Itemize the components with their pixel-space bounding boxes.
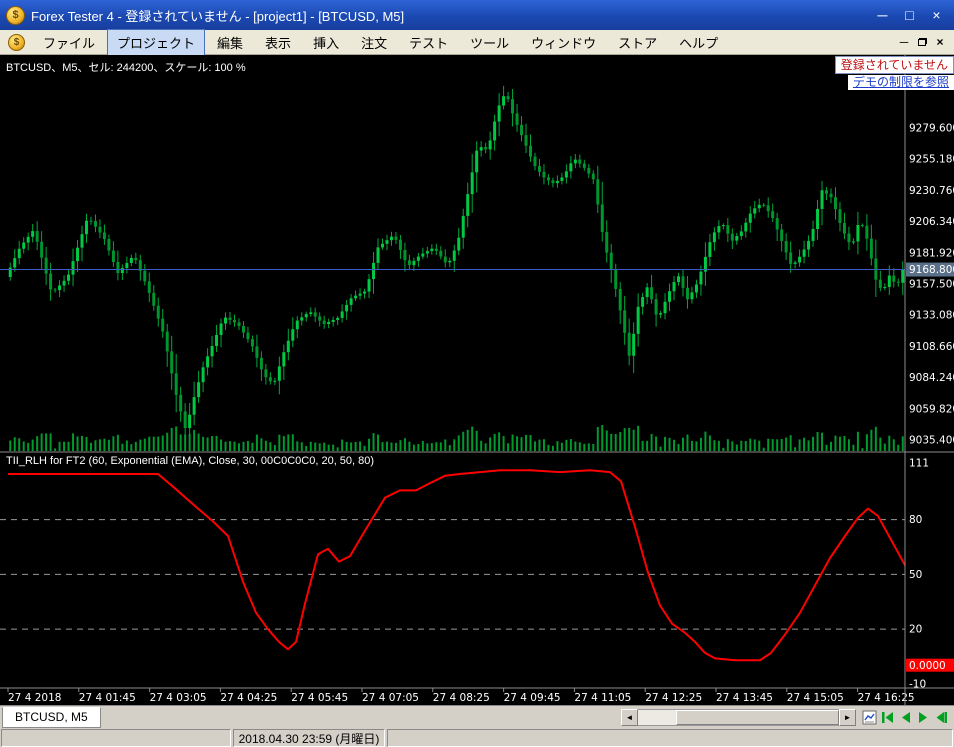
chart-tab-btcusd-m5[interactable]: BTCUSD, M5 xyxy=(2,706,101,728)
main-pane[interactable] xyxy=(0,85,905,451)
menu-tools[interactable]: ツール xyxy=(460,29,519,56)
menu-store[interactable]: ストア xyxy=(608,29,667,56)
minimize-button[interactable]: ─ xyxy=(869,3,896,27)
svg-text:-10: -10 xyxy=(909,678,926,690)
window-title: Forex Tester 4 - 登録されていません - [project1] … xyxy=(31,8,405,24)
step-forward-icon xyxy=(918,711,927,723)
registration-text: 登録されていません xyxy=(834,56,954,74)
svg-text:27 4 03:05: 27 4 03:05 xyxy=(150,692,207,704)
registration-notice: 登録されていません デモの制限を参照 xyxy=(834,56,954,90)
svg-text:27 4 05:45: 27 4 05:45 xyxy=(291,692,348,704)
menu-edit[interactable]: 編集 xyxy=(207,29,253,56)
svg-text:111: 111 xyxy=(909,458,929,470)
svg-text:27 4 16:25: 27 4 16:25 xyxy=(858,692,915,704)
go-start-button[interactable] xyxy=(878,708,896,726)
go-start-icon xyxy=(881,711,893,723)
mdi-window-controls: ─ × xyxy=(895,33,949,51)
svg-text:0.0000: 0.0000 xyxy=(909,660,946,672)
svg-text:9108.660: 9108.660 xyxy=(909,341,954,353)
step-back-icon xyxy=(901,711,910,723)
window-controls: ─ □ × xyxy=(869,3,950,27)
svg-text:27 4 11:05: 27 4 11:05 xyxy=(574,692,631,704)
app-coin-icon[interactable] xyxy=(6,5,25,25)
svg-text:27 4 08:25: 27 4 08:25 xyxy=(433,692,490,704)
svg-text:27 4 09:45: 27 4 09:45 xyxy=(504,692,561,704)
svg-text:20: 20 xyxy=(909,624,922,636)
menu-view[interactable]: 表示 xyxy=(255,29,301,56)
chart-h-scrollbar[interactable]: ◄ ► xyxy=(621,708,856,726)
scrollbar-thumb[interactable] xyxy=(676,709,839,725)
svg-text:50: 50 xyxy=(909,569,922,581)
bottom-bar: BTCUSD, M5 ◄ ► xyxy=(0,705,954,728)
close-button[interactable]: × xyxy=(923,3,950,27)
indicator-info-label: TII_RLH for FT2 (60, Exponential (EMA), … xyxy=(6,455,375,467)
restore-icon xyxy=(917,38,927,46)
project-coin-icon[interactable] xyxy=(8,33,25,51)
go-end-button[interactable] xyxy=(932,708,950,726)
volume-series xyxy=(9,425,904,451)
scroll-left-button[interactable]: ◄ xyxy=(621,708,638,726)
svg-text:9157.500: 9157.500 xyxy=(909,278,954,290)
chart-info-label: BTCUSD、M5、セル: 244200、スケール: 100 % xyxy=(6,62,246,74)
svg-text:27 4 2018: 27 4 2018 xyxy=(8,692,61,704)
menu-file[interactable]: ファイル xyxy=(33,29,105,56)
menu-test[interactable]: テスト xyxy=(399,29,458,56)
svg-text:27 4 07:05: 27 4 07:05 xyxy=(362,692,419,704)
status-datetime: 2018.04.30 23:59 (月曜日) xyxy=(233,729,385,747)
indicator-pane[interactable] xyxy=(0,469,906,662)
menu-orders[interactable]: 注文 xyxy=(351,29,397,56)
svg-text:9230.760: 9230.760 xyxy=(909,185,954,197)
go-end-icon xyxy=(936,711,947,723)
svg-text:27 4 13:45: 27 4 13:45 xyxy=(716,692,773,704)
svg-text:9279.600: 9279.600 xyxy=(909,123,954,135)
scroll-right-button[interactable]: ► xyxy=(839,708,856,726)
svg-text:9035.400: 9035.400 xyxy=(909,434,954,446)
mdi-minimize-button[interactable]: ─ xyxy=(895,33,913,51)
menu-help[interactable]: ヘルプ xyxy=(669,29,728,56)
title-bar: Forex Tester 4 - 登録されていません - [project1] … xyxy=(0,0,954,30)
step-forward-button[interactable] xyxy=(914,708,932,726)
scrollbar-track[interactable] xyxy=(638,708,839,726)
svg-text:27 4 04:25: 27 4 04:25 xyxy=(220,692,277,704)
status-panel-left xyxy=(1,729,231,747)
step-back-button[interactable] xyxy=(896,708,914,726)
chart-area[interactable]: 9279.600 9255.180 9230.760 9206.340 9181.920… xyxy=(0,55,954,705)
chart-mode-button[interactable] xyxy=(860,708,878,726)
svg-text:9084.240: 9084.240 xyxy=(909,372,954,384)
menu-insert[interactable]: 挿入 xyxy=(303,29,349,56)
test-navigation xyxy=(878,708,950,726)
demo-limits-link[interactable]: デモの制限を参照 xyxy=(847,75,954,90)
chart-page-icon xyxy=(862,710,876,724)
app-window: Forex Tester 4 - 登録されていません - [project1] … xyxy=(0,0,954,747)
svg-text:9181.920: 9181.920 xyxy=(909,247,954,259)
menu-project[interactable]: プロジェクト xyxy=(107,28,206,56)
svg-text:9206.340: 9206.340 xyxy=(909,216,954,228)
indicator-line xyxy=(8,469,906,662)
svg-text:9255.180: 9255.180 xyxy=(909,154,954,166)
mdi-close-button[interactable]: × xyxy=(931,33,949,51)
menu-window[interactable]: ウィンドウ xyxy=(521,29,606,56)
status-panel-right xyxy=(387,729,953,747)
menu-bar: ファイルプロジェクト編集表示挿入注文テストツールウィンドウストアヘルプ ─ × xyxy=(0,28,954,56)
svg-text:27 4 01:45: 27 4 01:45 xyxy=(79,692,136,704)
chart-canvas[interactable]: 9279.600 9255.180 9230.760 9206.340 9181.920… xyxy=(0,55,954,705)
svg-text:9059.820: 9059.820 xyxy=(909,403,954,415)
svg-text:9133.080: 9133.080 xyxy=(909,310,954,322)
mdi-restore-button[interactable] xyxy=(913,33,931,51)
status-bar: 2018.04.30 23:59 (月曜日) xyxy=(0,728,954,747)
svg-text:27 4 15:05: 27 4 15:05 xyxy=(787,692,844,704)
svg-text:80: 80 xyxy=(909,514,922,526)
svg-text:9168.800: 9168.800 xyxy=(909,264,954,276)
maximize-button[interactable]: □ xyxy=(896,3,923,27)
candlestick-series xyxy=(8,85,905,439)
price-axis[interactable]: 9279.600 9255.180 9230.760 9206.340 9181.920… xyxy=(906,123,954,691)
svg-text:27 4 12:25: 27 4 12:25 xyxy=(645,692,702,704)
time-axis[interactable]: 27 4 2018 27 4 01:45 27 4 03:05 27 4 04:25 2… xyxy=(7,688,915,704)
